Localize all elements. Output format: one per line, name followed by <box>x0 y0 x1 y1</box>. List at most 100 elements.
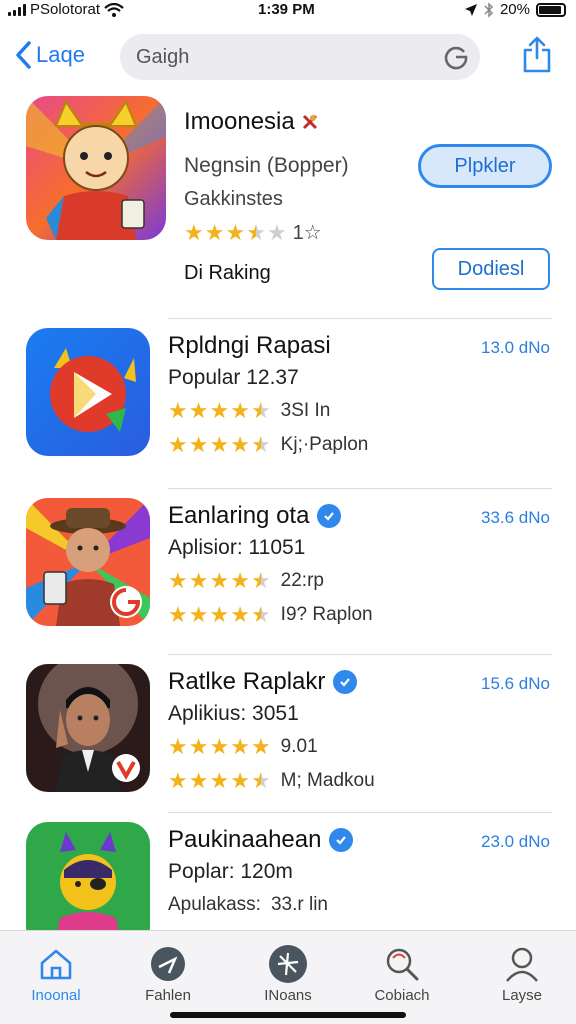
details-button[interactable]: Dodiesl <box>432 248 550 290</box>
carrier-name: PSolotorat <box>30 1 101 18</box>
tab-home[interactable]: Inoonal <box>6 941 106 1004</box>
app-name-text: Paukinaahean <box>168 826 322 853</box>
share-icon[interactable] <box>522 36 552 74</box>
star-icon: ★ <box>230 734 250 759</box>
app-stat: Aplisior: 11051 <box>168 536 306 559</box>
verified-badge-icon <box>317 504 342 528</box>
star-icon: ★ <box>230 768 250 793</box>
rating-row: Apulakass: 33.r lin <box>168 894 328 916</box>
star-icon: ★ <box>209 768 230 793</box>
rating-text: I9? Raplon <box>280 604 373 625</box>
star-icon: ★ <box>230 602 250 627</box>
star-icon: ★ <box>250 568 271 593</box>
star-rating: ★ ★ ★ ★ ★ <box>184 219 287 245</box>
star-rating: ★ ★ ★ ★ ★ <box>168 570 271 592</box>
featured-title-text: Imoonesia <box>184 108 295 135</box>
app-name-text: Eanlaring ota <box>168 502 310 529</box>
star-rating: ★ ★ ★ ★ ★ <box>168 434 271 456</box>
back-label: Laqe <box>36 42 85 67</box>
star-burst-icon <box>269 945 307 983</box>
tab-label: INoans <box>264 987 312 1004</box>
tag-icon <box>302 114 317 130</box>
star-icon: ★ <box>250 734 271 759</box>
wifi-icon <box>104 2 124 17</box>
star-icon: ★ <box>250 432 271 457</box>
star-icon: ★ <box>168 568 188 593</box>
star-icon: ★ <box>204 219 225 245</box>
home-indicator <box>170 1012 406 1018</box>
app-name-text: Ratlke Raplakr <box>168 668 326 695</box>
featured-ranking: Di Raking <box>184 262 271 284</box>
featured-rating: ★ ★ ★ ★ ★ 1☆ <box>184 220 322 245</box>
featured-title: Imoonesia <box>184 108 319 136</box>
rating-row: ★ ★ ★ ★ ★ M; Madkou <box>168 770 375 792</box>
search-icon <box>386 948 419 981</box>
featured-app-icon[interactable] <box>26 96 166 240</box>
star-icon: ★ <box>250 398 271 423</box>
app-stat: Poplar: 120m <box>168 860 293 883</box>
star-icon: ★ <box>209 734 230 759</box>
list-item[interactable]: Ratlke Raplakr Aplikius: 3051 ★ ★ ★ ★ ★ 9.01 … <box>0 654 576 814</box>
star-icon: ★ <box>188 432 209 457</box>
app-size: 33.6 dNo <box>481 508 550 527</box>
explore-icon <box>151 947 185 981</box>
tab-featured[interactable]: INoans <box>238 941 338 1004</box>
star-icon: ★ <box>188 398 209 423</box>
status-left: PSolotorat <box>8 1 124 18</box>
star-icon: ★ <box>230 568 250 593</box>
get-button[interactable]: Plpkler <box>418 144 552 188</box>
rating-text: Kj;·Paplon <box>280 434 369 455</box>
star-rating: ★ ★ ★ ★ ★ <box>168 770 271 792</box>
rating-row: ★ ★ ★ ★ ★ Kj;·Paplon <box>168 434 368 456</box>
list-item[interactable]: Eanlaring ota Aplisior: 11051 ★ ★ ★ ★ ★ 22:rp… <box>0 488 576 648</box>
app-icon <box>26 328 150 456</box>
status-right: 20% <box>464 1 566 18</box>
star-icon: ★ <box>188 602 209 627</box>
app-name: Eanlaring ota <box>168 502 342 530</box>
app-name-text: Rpldngi Rapasi <box>168 332 331 359</box>
tab-explore[interactable]: Fahlen <box>118 941 218 1004</box>
star-icon: ★ <box>246 219 266 245</box>
app-stat-label: Apulakass: <box>168 894 261 915</box>
back-button[interactable]: Laqe <box>14 40 85 70</box>
star-icon: ★ <box>250 602 271 627</box>
verified-badge-icon <box>329 828 354 852</box>
signal-icon <box>8 3 26 16</box>
star-icon: ★ <box>168 432 188 457</box>
featured-subtitle: Negnsin (Bopper) <box>184 154 349 177</box>
chevron-left-icon <box>16 41 31 69</box>
star-icon: ★ <box>209 602 230 627</box>
rating-text: 9.01 <box>280 736 318 757</box>
star-icon: ★ <box>168 734 188 759</box>
location-icon <box>464 3 477 16</box>
battery-percent: 20% <box>499 1 530 18</box>
rating-text: M; Madkou <box>280 770 375 791</box>
featured-rating-count: 1☆ <box>292 222 322 244</box>
verified-badge-icon <box>333 670 358 694</box>
rating-text: 22:rp <box>280 570 324 591</box>
star-icon: ★ <box>250 768 271 793</box>
rating-row: ★ ★ ★ ★ ★ I9? Raplon <box>168 604 373 626</box>
app-icon <box>26 498 150 626</box>
tab-profile[interactable]: Layse <box>472 941 572 1004</box>
star-icon: ★ <box>209 398 230 423</box>
tab-search[interactable]: Cobiach <box>352 941 452 1004</box>
list-item[interactable]: Rpldngi Rapasi Popular 12.37 ★ ★ ★ ★ ★ 3SI In… <box>0 318 576 478</box>
star-icon: ★ <box>168 398 188 423</box>
app-icon <box>26 664 150 792</box>
star-rating: ★ ★ ★ ★ ★ <box>168 736 271 758</box>
rating-text: 33.r lin <box>270 894 328 915</box>
tab-label: Inoonal <box>31 987 81 1004</box>
app-stat: Aplikius: 3051 <box>168 702 299 725</box>
battery-icon <box>536 2 566 17</box>
app-size: 15.6 dNo <box>481 674 550 693</box>
nav-bar: Laqe <box>0 28 576 86</box>
rating-row: ★ ★ ★ ★ ★ 3SI In <box>168 400 330 422</box>
star-icon: ★ <box>209 432 230 457</box>
g-icon[interactable] <box>442 43 470 71</box>
tab-label: Cobiach <box>374 987 430 1004</box>
star-icon: ★ <box>188 568 209 593</box>
star-icon: ★ <box>188 734 209 759</box>
search-bar[interactable] <box>120 34 480 80</box>
search-input[interactable] <box>136 42 436 72</box>
